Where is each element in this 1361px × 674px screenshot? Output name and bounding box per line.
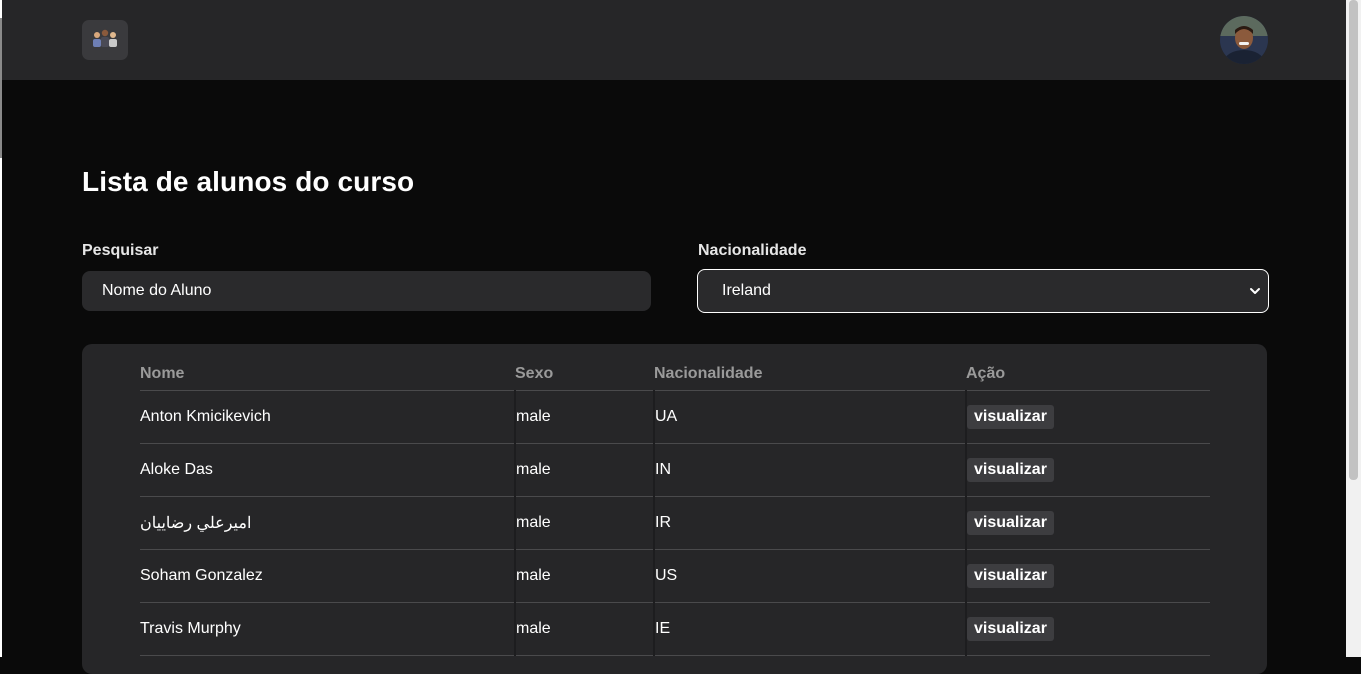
student-sex: male — [515, 443, 655, 497]
students-table: Nome Sexo Nacionalidade Ação Anton Kmici… — [140, 362, 1210, 656]
student-nationality: IN — [654, 443, 967, 497]
column-header-action: Ação — [966, 362, 1210, 391]
page-title: Lista de alunos do curso — [82, 166, 415, 197]
table-row: اميرعلي رضاييان male IR visualizar — [140, 496, 1210, 550]
people-group-icon — [89, 27, 121, 54]
student-sex: male — [515, 549, 655, 603]
student-name: Soham Gonzalez — [140, 549, 516, 603]
nationality-select[interactable]: Ireland — [697, 269, 1269, 313]
view-button[interactable]: visualizar — [967, 511, 1054, 535]
column-header-sex: Sexo — [515, 362, 654, 391]
user-avatar-icon[interactable] — [1220, 16, 1268, 64]
scrollbar-thumb[interactable] — [1349, 0, 1358, 480]
table-row: Aloke Das male IN visualizar — [140, 443, 1210, 497]
student-nationality: US — [654, 549, 967, 603]
action-cell: visualizar — [966, 390, 1210, 444]
students-table-card: Nome Sexo Nacionalidade Ação Anton Kmici… — [82, 344, 1267, 674]
student-nationality: IE — [654, 602, 967, 656]
search-label: Pesquisar — [82, 242, 159, 259]
student-sex: male — [515, 496, 655, 550]
action-cell: visualizar — [966, 549, 1210, 603]
view-button[interactable]: visualizar — [967, 564, 1054, 588]
view-button[interactable]: visualizar — [967, 405, 1054, 429]
student-name: Anton Kmicikevich — [140, 390, 516, 444]
chevron-down-icon — [1248, 284, 1262, 298]
action-cell: visualizar — [966, 496, 1210, 550]
column-header-nationality: Nacionalidade — [654, 362, 966, 391]
logo-button[interactable] — [82, 20, 128, 60]
student-sex: male — [515, 602, 655, 656]
view-button[interactable]: visualizar — [967, 617, 1054, 641]
view-button[interactable]: visualizar — [967, 458, 1054, 482]
column-header-name: Nome — [140, 362, 515, 391]
student-name: Travis Murphy — [140, 602, 516, 656]
student-name: اميرعلي رضاييان — [140, 496, 516, 550]
table-row: Travis Murphy male IE visualizar — [140, 602, 1210, 656]
student-nationality: IR — [654, 496, 967, 550]
table-header-row: Nome Sexo Nacionalidade Ação — [140, 362, 1210, 391]
search-input[interactable] — [82, 271, 651, 311]
student-sex: male — [515, 390, 655, 444]
action-cell: visualizar — [966, 443, 1210, 497]
table-row: Anton Kmicikevich male UA visualizar — [140, 390, 1210, 444]
student-nationality: UA — [654, 390, 967, 444]
action-cell: visualizar — [966, 602, 1210, 656]
table-row: Soham Gonzalez male US visualizar — [140, 549, 1210, 603]
top-bar — [2, 0, 1346, 80]
nationality-label: Nacionalidade — [698, 242, 807, 259]
student-name: Aloke Das — [140, 443, 516, 497]
nationality-selected-value: Ireland — [722, 282, 771, 299]
